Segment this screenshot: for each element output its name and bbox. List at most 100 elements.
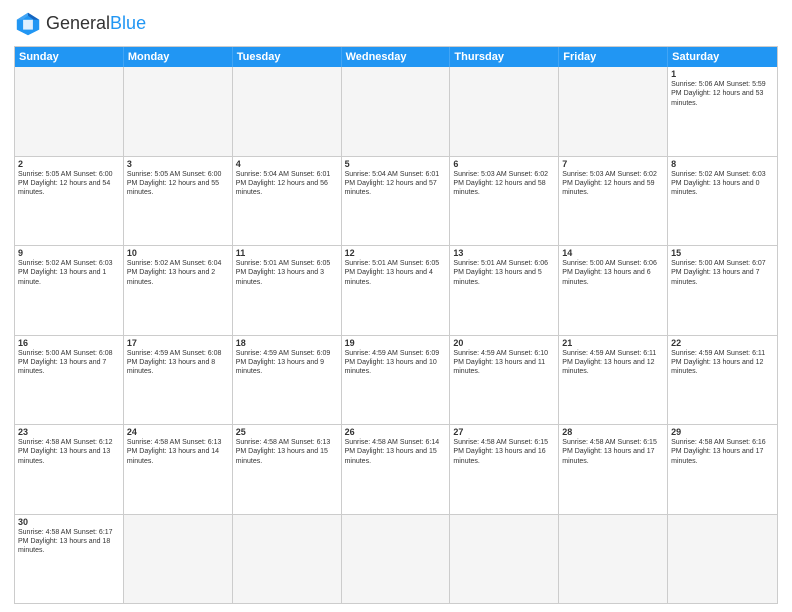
day-cell-3: 3Sunrise: 5:05 AM Sunset: 6:00 PM Daylig…	[124, 157, 233, 246]
day-info: Sunrise: 5:02 AM Sunset: 6:03 PM Dayligh…	[18, 259, 120, 287]
week-row-3: 16Sunrise: 5:00 AM Sunset: 6:08 PM Dayli…	[15, 335, 777, 425]
day-cell-21: 21Sunrise: 4:59 AM Sunset: 6:11 PM Dayli…	[559, 336, 668, 425]
day-info: Sunrise: 5:04 AM Sunset: 6:01 PM Dayligh…	[345, 170, 447, 198]
day-number: 8	[671, 159, 774, 169]
week-row-4: 23Sunrise: 4:58 AM Sunset: 6:12 PM Dayli…	[15, 424, 777, 514]
day-number: 30	[18, 517, 120, 527]
day-cell-30: 30Sunrise: 4:58 AM Sunset: 6:17 PM Dayli…	[15, 515, 124, 604]
day-number: 3	[127, 159, 229, 169]
day-info: Sunrise: 5:03 AM Sunset: 6:02 PM Dayligh…	[562, 170, 664, 198]
header-day-saturday: Saturday	[668, 47, 777, 67]
day-number: 9	[18, 248, 120, 258]
day-info: Sunrise: 4:58 AM Sunset: 6:15 PM Dayligh…	[562, 438, 664, 466]
day-cell-20: 20Sunrise: 4:59 AM Sunset: 6:10 PM Dayli…	[450, 336, 559, 425]
day-number: 14	[562, 248, 664, 258]
header-day-tuesday: Tuesday	[233, 47, 342, 67]
day-cell-12: 12Sunrise: 5:01 AM Sunset: 6:05 PM Dayli…	[342, 246, 451, 335]
empty-cell	[668, 515, 777, 604]
day-info: Sunrise: 5:05 AM Sunset: 6:00 PM Dayligh…	[18, 170, 120, 198]
day-number: 12	[345, 248, 447, 258]
day-number: 16	[18, 338, 120, 348]
week-row-2: 9Sunrise: 5:02 AM Sunset: 6:03 PM Daylig…	[15, 245, 777, 335]
day-info: Sunrise: 4:58 AM Sunset: 6:17 PM Dayligh…	[18, 528, 120, 556]
day-number: 10	[127, 248, 229, 258]
day-number: 19	[345, 338, 447, 348]
day-cell-8: 8Sunrise: 5:02 AM Sunset: 6:03 PM Daylig…	[668, 157, 777, 246]
empty-cell	[450, 67, 559, 156]
day-info: Sunrise: 5:00 AM Sunset: 6:06 PM Dayligh…	[562, 259, 664, 287]
day-number: 28	[562, 427, 664, 437]
empty-cell	[15, 67, 124, 156]
day-info: Sunrise: 4:58 AM Sunset: 6:13 PM Dayligh…	[127, 438, 229, 466]
page: GeneralBlue SundayMondayTuesdayWednesday…	[0, 0, 792, 612]
empty-cell	[233, 67, 342, 156]
day-info: Sunrise: 4:58 AM Sunset: 6:13 PM Dayligh…	[236, 438, 338, 466]
day-cell-11: 11Sunrise: 5:01 AM Sunset: 6:05 PM Dayli…	[233, 246, 342, 335]
header-day-monday: Monday	[124, 47, 233, 67]
day-cell-17: 17Sunrise: 4:59 AM Sunset: 6:08 PM Dayli…	[124, 336, 233, 425]
day-cell-26: 26Sunrise: 4:58 AM Sunset: 6:14 PM Dayli…	[342, 425, 451, 514]
logo: GeneralBlue	[14, 10, 146, 38]
logo-text: GeneralBlue	[46, 14, 146, 34]
day-number: 25	[236, 427, 338, 437]
logo-icon	[14, 10, 42, 38]
day-number: 2	[18, 159, 120, 169]
header: GeneralBlue	[14, 10, 778, 38]
day-cell-23: 23Sunrise: 4:58 AM Sunset: 6:12 PM Dayli…	[15, 425, 124, 514]
day-cell-28: 28Sunrise: 4:58 AM Sunset: 6:15 PM Dayli…	[559, 425, 668, 514]
day-info: Sunrise: 4:59 AM Sunset: 6:11 PM Dayligh…	[562, 349, 664, 377]
day-number: 7	[562, 159, 664, 169]
day-cell-19: 19Sunrise: 4:59 AM Sunset: 6:09 PM Dayli…	[342, 336, 451, 425]
calendar-header: SundayMondayTuesdayWednesdayThursdayFrid…	[15, 47, 777, 67]
day-number: 17	[127, 338, 229, 348]
empty-cell	[233, 515, 342, 604]
day-info: Sunrise: 4:59 AM Sunset: 6:10 PM Dayligh…	[453, 349, 555, 377]
day-number: 15	[671, 248, 774, 258]
day-cell-2: 2Sunrise: 5:05 AM Sunset: 6:00 PM Daylig…	[15, 157, 124, 246]
day-info: Sunrise: 5:02 AM Sunset: 6:04 PM Dayligh…	[127, 259, 229, 287]
day-number: 27	[453, 427, 555, 437]
day-info: Sunrise: 4:58 AM Sunset: 6:12 PM Dayligh…	[18, 438, 120, 466]
week-row-0: 1Sunrise: 5:06 AM Sunset: 5:59 PM Daylig…	[15, 67, 777, 156]
calendar: SundayMondayTuesdayWednesdayThursdayFrid…	[14, 46, 778, 604]
day-info: Sunrise: 5:01 AM Sunset: 6:05 PM Dayligh…	[236, 259, 338, 287]
day-cell-29: 29Sunrise: 4:58 AM Sunset: 6:16 PM Dayli…	[668, 425, 777, 514]
header-day-friday: Friday	[559, 47, 668, 67]
day-cell-25: 25Sunrise: 4:58 AM Sunset: 6:13 PM Dayli…	[233, 425, 342, 514]
day-info: Sunrise: 5:00 AM Sunset: 6:08 PM Dayligh…	[18, 349, 120, 377]
day-cell-16: 16Sunrise: 5:00 AM Sunset: 6:08 PM Dayli…	[15, 336, 124, 425]
day-info: Sunrise: 5:06 AM Sunset: 5:59 PM Dayligh…	[671, 80, 774, 108]
day-info: Sunrise: 5:04 AM Sunset: 6:01 PM Dayligh…	[236, 170, 338, 198]
day-cell-9: 9Sunrise: 5:02 AM Sunset: 6:03 PM Daylig…	[15, 246, 124, 335]
day-info: Sunrise: 5:02 AM Sunset: 6:03 PM Dayligh…	[671, 170, 774, 198]
week-row-5: 30Sunrise: 4:58 AM Sunset: 6:17 PM Dayli…	[15, 514, 777, 604]
day-info: Sunrise: 4:59 AM Sunset: 6:09 PM Dayligh…	[345, 349, 447, 377]
day-number: 5	[345, 159, 447, 169]
day-cell-24: 24Sunrise: 4:58 AM Sunset: 6:13 PM Dayli…	[124, 425, 233, 514]
empty-cell	[124, 67, 233, 156]
empty-cell	[559, 515, 668, 604]
day-info: Sunrise: 5:03 AM Sunset: 6:02 PM Dayligh…	[453, 170, 555, 198]
header-day-wednesday: Wednesday	[342, 47, 451, 67]
empty-cell	[342, 515, 451, 604]
day-number: 11	[236, 248, 338, 258]
day-cell-10: 10Sunrise: 5:02 AM Sunset: 6:04 PM Dayli…	[124, 246, 233, 335]
day-cell-13: 13Sunrise: 5:01 AM Sunset: 6:06 PM Dayli…	[450, 246, 559, 335]
day-info: Sunrise: 4:59 AM Sunset: 6:09 PM Dayligh…	[236, 349, 338, 377]
day-info: Sunrise: 5:01 AM Sunset: 6:06 PM Dayligh…	[453, 259, 555, 287]
day-number: 4	[236, 159, 338, 169]
day-number: 24	[127, 427, 229, 437]
empty-cell	[124, 515, 233, 604]
day-number: 26	[345, 427, 447, 437]
day-cell-6: 6Sunrise: 5:03 AM Sunset: 6:02 PM Daylig…	[450, 157, 559, 246]
day-info: Sunrise: 5:01 AM Sunset: 6:05 PM Dayligh…	[345, 259, 447, 287]
day-number: 23	[18, 427, 120, 437]
day-cell-27: 27Sunrise: 4:58 AM Sunset: 6:15 PM Dayli…	[450, 425, 559, 514]
day-cell-5: 5Sunrise: 5:04 AM Sunset: 6:01 PM Daylig…	[342, 157, 451, 246]
day-info: Sunrise: 4:58 AM Sunset: 6:15 PM Dayligh…	[453, 438, 555, 466]
day-number: 29	[671, 427, 774, 437]
day-number: 13	[453, 248, 555, 258]
day-number: 18	[236, 338, 338, 348]
day-info: Sunrise: 5:05 AM Sunset: 6:00 PM Dayligh…	[127, 170, 229, 198]
day-number: 22	[671, 338, 774, 348]
